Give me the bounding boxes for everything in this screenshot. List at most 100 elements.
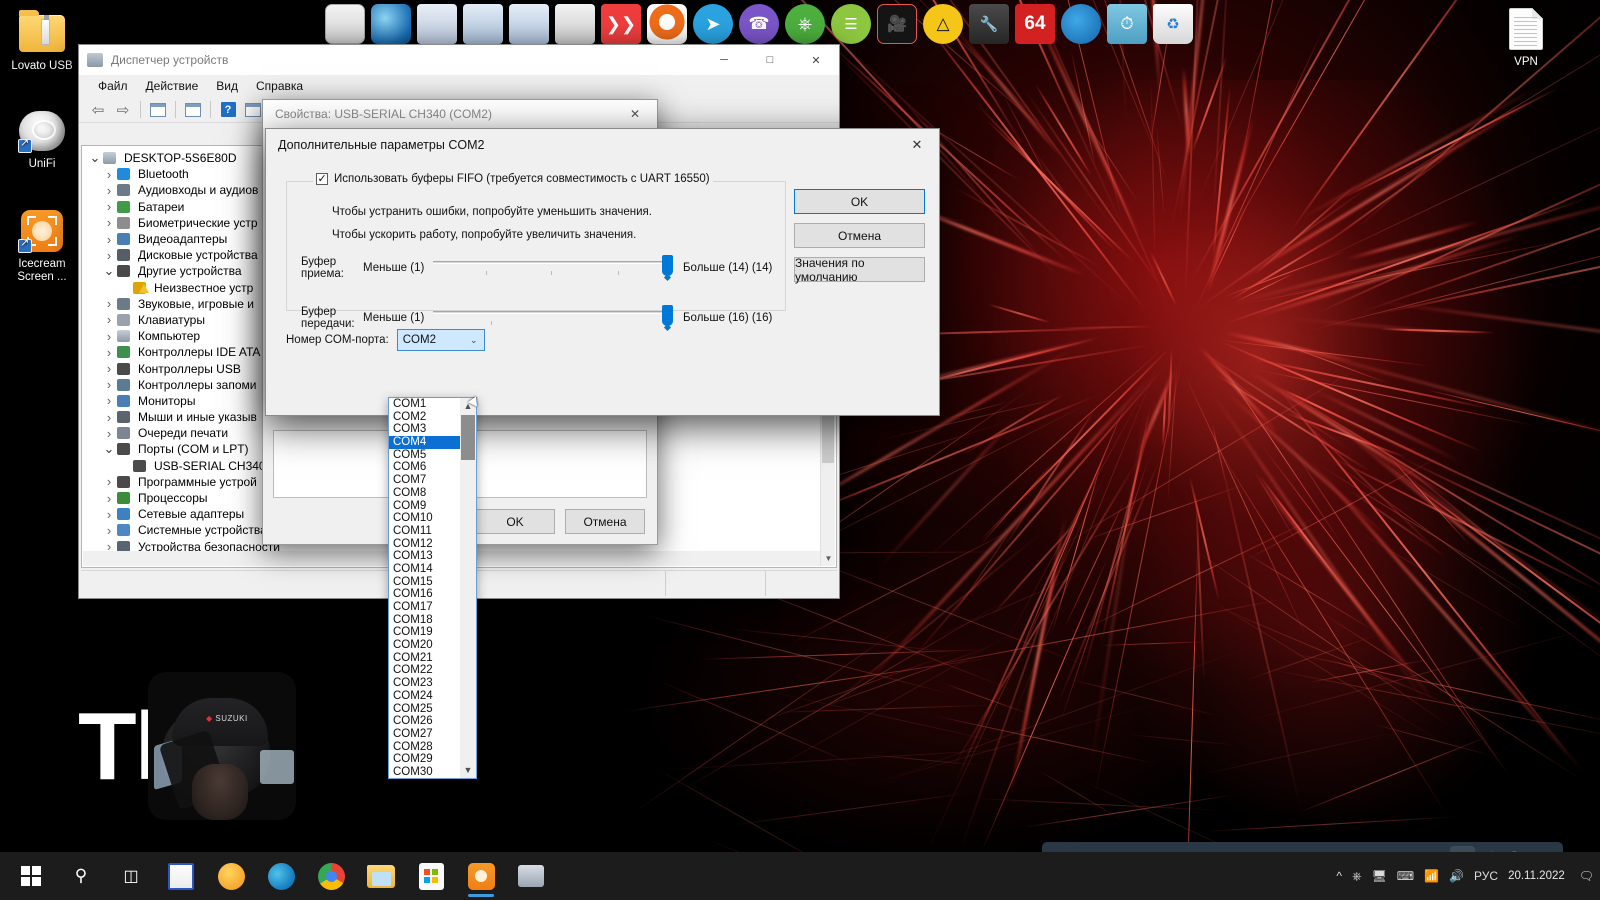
weather-icon[interactable] — [208, 854, 254, 898]
folder-documents-icon[interactable] — [555, 4, 595, 44]
volume-tray-icon[interactable]: 🔊 — [1449, 869, 1464, 883]
microsoft-store-icon[interactable] — [408, 854, 454, 898]
chevron-right-icon[interactable]: › — [102, 329, 116, 344]
chevron-down-icon[interactable]: ⌄ — [102, 442, 116, 455]
show-hide-console-tree-icon[interactable] — [147, 99, 169, 120]
cloud-archive-icon[interactable]: ☰ — [831, 4, 871, 44]
fifo-checkbox-row[interactable]: Использовать буферы FIFO (требуется совм… — [313, 172, 713, 185]
openvpn-icon[interactable] — [647, 4, 687, 44]
chevron-down-icon[interactable]: ⌄ — [88, 151, 102, 164]
transmit-buffer-slider[interactable] — [433, 305, 673, 329]
chevron-right-icon[interactable]: › — [102, 183, 116, 198]
com-port-option[interactable]: COM9 — [389, 500, 460, 513]
scan-hardware-icon[interactable] — [242, 99, 264, 120]
icecream-recorder-icon[interactable] — [458, 854, 504, 898]
com-port-option[interactable]: COM11 — [389, 525, 460, 538]
com-port-option[interactable]: COM30 — [389, 766, 460, 778]
com-port-option[interactable]: COM17 — [389, 601, 460, 614]
chevron-right-icon[interactable]: › — [102, 474, 116, 489]
com-port-option[interactable]: COM21 — [389, 652, 460, 665]
com-port-option[interactable]: COM10 — [389, 512, 460, 525]
chevron-down-icon[interactable]: ⌄ — [464, 330, 484, 350]
com-port-dropdown-list[interactable]: COM1 COM2 COM3 COM4 COM5 COM6 COM7 COM8 COM9 COM1… — [388, 397, 477, 779]
recycle-bin-icon[interactable]: ♻ — [1153, 4, 1193, 44]
speedtest-icon[interactable]: ⏱ — [1107, 4, 1147, 44]
network-tray-icon[interactable]: 📶 — [1424, 869, 1439, 883]
search-icon[interactable]: ⚲ — [58, 854, 104, 898]
com-port-option[interactable]: COM4 — [389, 436, 460, 449]
chevron-right-icon[interactable]: › — [102, 393, 116, 408]
toolbox-icon[interactable]: 🔧 — [969, 4, 1009, 44]
com-port-option[interactable]: COM20 — [389, 639, 460, 652]
taskbar-clock[interactable]: 20.11.2022 — [1508, 869, 1565, 883]
com-port-option[interactable]: COM8 — [389, 487, 460, 500]
maximize-button[interactable]: □ — [747, 45, 793, 75]
menu-item-action[interactable]: Действие — [137, 77, 208, 95]
chrome-icon[interactable] — [308, 854, 354, 898]
chevron-right-icon[interactable]: › — [102, 248, 116, 263]
properties-ok-button[interactable]: OK — [475, 509, 555, 534]
chevron-right-icon[interactable]: › — [102, 410, 116, 425]
com-port-option[interactable]: COM13 — [389, 550, 460, 563]
chevron-right-icon[interactable]: › — [102, 167, 116, 182]
dropdown-scroll-down-icon[interactable]: ▼ — [460, 762, 476, 778]
notifications-icon[interactable]: 🗨 — [1579, 869, 1594, 883]
advanced-defaults-button[interactable]: Значения по умолчанию — [794, 256, 925, 284]
com-port-option[interactable]: COM23 — [389, 677, 460, 690]
com-port-option[interactable]: COM7 — [389, 474, 460, 487]
advanced-cancel-button[interactable]: Отмена — [794, 223, 925, 248]
utorrent-icon[interactable]: ⎈ — [785, 4, 825, 44]
device-manager-titlebar[interactable]: Диспетчер устройств ─ □ ✕ — [79, 45, 839, 75]
language-indicator[interactable]: РУС — [1474, 869, 1498, 883]
chevron-right-icon[interactable]: › — [102, 232, 116, 247]
dropdown-scroll-thumb[interactable] — [461, 415, 475, 460]
back-arrow-icon[interactable]: ⇦ — [87, 99, 109, 120]
chevron-right-icon[interactable]: › — [102, 312, 116, 327]
task-view-icon[interactable]: ◫ — [108, 854, 154, 898]
com-port-option[interactable]: COM14 — [389, 563, 460, 576]
com-port-option[interactable]: COM18 — [389, 614, 460, 627]
chevron-right-icon[interactable]: › — [102, 507, 116, 522]
scroll-down-icon[interactable]: ▼ — [821, 550, 836, 566]
com-port-option[interactable]: COM2 — [389, 411, 460, 424]
menu-item-help[interactable]: Справка — [247, 77, 312, 95]
desktop-icon-vpn[interactable]: VPN — [1488, 6, 1564, 69]
edge-dev-icon[interactable] — [1061, 4, 1101, 44]
com-port-options[interactable]: COM1 COM2 COM3 COM4 COM5 COM6 COM7 COM8 COM9 COM1… — [389, 398, 460, 778]
unifi-tray-icon[interactable]: ⎈ — [1352, 869, 1362, 884]
telegram-icon[interactable]: ➤ — [693, 4, 733, 44]
receive-buffer-slider-row[interactable]: Буфер приема: Меньше (1) Больше (14) (14… — [301, 250, 777, 286]
advanced-com-settings-dialog[interactable]: Дополнительные параметры COM2 ✕ Использо… — [265, 128, 940, 416]
properties-icon[interactable] — [182, 99, 204, 120]
com-port-option[interactable]: COM25 — [389, 703, 460, 716]
notepad-icon[interactable] — [325, 4, 365, 44]
advanced-dialog-close-button[interactable]: ✕ — [895, 129, 939, 161]
desktop-icon-icecream-screen-recorder[interactable]: Icecream Screen ... — [4, 208, 80, 284]
properties-close-button[interactable]: ✕ — [613, 100, 657, 128]
dropdown-scrollbar[interactable]: ▲ ▼ — [460, 398, 476, 778]
file-explorer-icon[interactable] — [358, 854, 404, 898]
com-port-option[interactable]: COM6 — [389, 461, 460, 474]
com-port-option[interactable]: COM24 — [389, 690, 460, 703]
chevron-right-icon[interactable]: › — [102, 345, 116, 360]
com-port-option[interactable]: COM16 — [389, 588, 460, 601]
com-port-option[interactable]: COM29 — [389, 753, 460, 766]
com-port-option[interactable]: COM15 — [389, 576, 460, 589]
chevron-right-icon[interactable]: › — [102, 296, 116, 311]
folder-music-icon[interactable] — [463, 4, 503, 44]
keyboard-tray-icon[interactable]: ⌨ — [1397, 869, 1414, 883]
menu-item-view[interactable]: Вид — [207, 77, 247, 95]
receive-buffer-thumb[interactable] — [662, 255, 673, 276]
com-port-option[interactable]: COM3 — [389, 423, 460, 436]
help-icon[interactable]: ? — [217, 99, 239, 120]
folder-open-icon[interactable] — [417, 4, 457, 44]
forward-arrow-icon[interactable]: ⇨ — [112, 99, 134, 120]
device-manager-icon[interactable] — [508, 854, 554, 898]
com-port-option[interactable]: COM26 — [389, 715, 460, 728]
chevron-right-icon[interactable]: › — [102, 199, 116, 214]
com-port-option[interactable]: COM5 — [389, 449, 460, 462]
properties-cancel-button[interactable]: Отмена — [565, 509, 645, 534]
advanced-dialog-titlebar[interactable]: Дополнительные параметры COM2 ✕ — [266, 129, 939, 161]
movavi-video-editor-icon[interactable]: 🎥 — [877, 4, 917, 44]
advanced-ok-button[interactable]: OK — [794, 189, 925, 214]
